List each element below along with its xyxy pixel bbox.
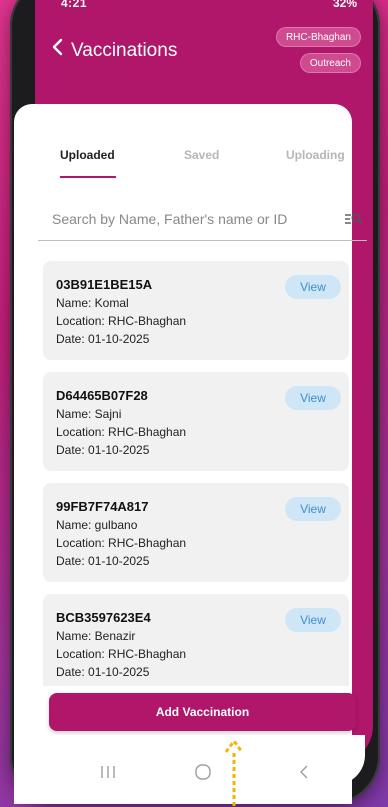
- system-nav-bar: [39, 735, 365, 785]
- mode-badge[interactable]: Outreach: [299, 53, 361, 73]
- search-bar: [38, 197, 367, 241]
- tab-uploaded[interactable]: Uploaded: [60, 148, 115, 162]
- location-badge[interactable]: RHC-Bhaghan: [275, 27, 361, 47]
- view-button[interactable]: View: [285, 275, 341, 299]
- chevron-left-icon[interactable]: [47, 36, 69, 58]
- record-id: 99FB7F74A817: [56, 499, 149, 514]
- record-date: Date: 01-10-2025: [56, 554, 150, 568]
- tab-uploading[interactable]: Uploading: [286, 148, 345, 162]
- record-id: 03B91E1BE15A: [56, 277, 153, 292]
- active-tab-indicator: [60, 176, 116, 178]
- search-input[interactable]: [52, 207, 312, 231]
- home-icon[interactable]: [191, 763, 215, 783]
- add-vaccination-button[interactable]: Add Vaccination: [49, 693, 356, 731]
- back-arrow-icon[interactable]: [293, 763, 317, 783]
- view-button[interactable]: View: [285, 608, 341, 632]
- search-filter-icon[interactable]: [343, 209, 363, 229]
- record-name: Name: Benazir: [56, 629, 136, 643]
- record-id: D64465B07F28: [56, 388, 148, 403]
- record-card[interactable]: 99FB7F74A817 Name: gulbano Location: RHC…: [43, 483, 349, 582]
- status-bar: 4:21 32%: [35, 0, 373, 12]
- status-time: 4:21: [61, 0, 88, 10]
- record-location: Location: RHC-Bhaghan: [56, 314, 187, 328]
- record-card[interactable]: D64465B07F28 Name: Sajni Location: RHC-B…: [43, 372, 349, 471]
- record-name: Name: Sajni: [56, 407, 122, 421]
- record-card[interactable]: 03B91E1BE15A Name: Komal Location: RHC-B…: [43, 261, 349, 360]
- record-date: Date: 01-10-2025: [56, 332, 150, 346]
- recents-icon[interactable]: [96, 763, 120, 783]
- status-battery: 32%: [332, 0, 357, 10]
- page-title: Vaccinations: [71, 40, 178, 61]
- view-button[interactable]: View: [285, 497, 341, 521]
- tab-saved[interactable]: Saved: [184, 148, 219, 162]
- record-location: Location: RHC-Bhaghan: [56, 647, 187, 661]
- arrow-up-annotation-icon: [224, 739, 244, 806]
- view-button[interactable]: View: [285, 386, 341, 410]
- record-date: Date: 01-10-2025: [56, 443, 150, 457]
- record-id: BCB3597623E4: [56, 610, 151, 625]
- tab-bar: Uploaded Saved Uploading: [14, 104, 352, 184]
- record-name: Name: Komal: [56, 296, 129, 310]
- record-date: Date: 01-10-2025: [56, 665, 150, 679]
- record-card[interactable]: BCB3597623E4 Name: Benazir Location: RHC…: [43, 594, 349, 686]
- record-location: Location: RHC-Bhaghan: [56, 425, 187, 439]
- record-name: Name: gulbano: [56, 518, 138, 532]
- app-header: Vaccinations RHC-Bhaghan Outreach: [35, 12, 373, 82]
- record-location: Location: RHC-Bhaghan: [56, 536, 187, 550]
